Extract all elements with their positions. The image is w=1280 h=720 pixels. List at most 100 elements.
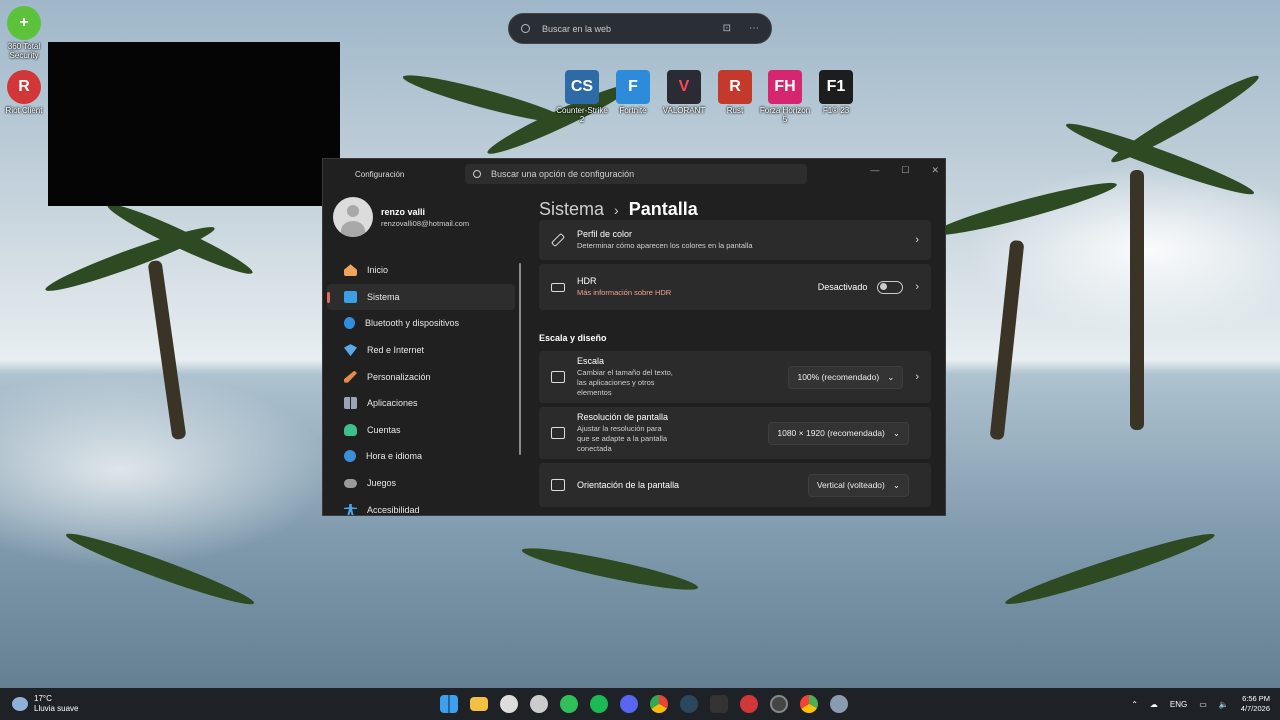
settings-window: Configuración Buscar una opción de confi… <box>322 158 946 516</box>
file-explorer-icon[interactable] <box>470 697 488 711</box>
accessibility-icon <box>344 503 357 515</box>
sidebar-item-label: Aplicaciones <box>367 398 418 409</box>
gear-app-icon[interactable] <box>500 695 518 713</box>
sidebar-item-bluetooth[interactable]: Bluetooth y dispositivos <box>327 310 515 337</box>
settings-taskbar-icon[interactable] <box>830 695 848 713</box>
sidebar-item-label: Cuentas <box>367 424 401 435</box>
hdr-card[interactable]: HDR Más información sobre HDR Desactivad… <box>539 264 931 310</box>
network-icon <box>344 344 357 357</box>
system-tray: ⌃ ☁ ENG ▭ 🔈 6:56 PM 4/7/2026 <box>1131 694 1270 714</box>
close-button[interactable]: ✕ <box>931 165 939 176</box>
whatsapp-icon[interactable] <box>560 695 578 713</box>
taskbar: 17°C Lluvia suave ⌃ ☁ ENG ▭ 🔈 6:56 PM 4/… <box>0 688 1280 720</box>
volume-icon[interactable]: 🔈 <box>1219 700 1229 709</box>
resolution-dropdown[interactable]: 1080 × 1920 (recomendada) ⌄ <box>768 421 910 445</box>
desktop-icon-fortnite[interactable]: F Fortnite <box>605 70 661 115</box>
sidebar-item-red[interactable]: Red e Internet <box>327 337 515 364</box>
user-profile[interactable]: renzo valli renzovalli08@hotmail.com <box>323 189 519 245</box>
card-title: Perfil de color <box>577 229 633 239</box>
system-icon <box>344 290 357 303</box>
page-title: Pantalla <box>628 199 698 219</box>
desktop-icon-valorant[interactable]: V VALORANT <box>656 70 712 115</box>
weather-widget[interactable]: 17°C Lluvia suave <box>12 694 78 714</box>
sidebar-item-sistema[interactable]: Sistema <box>327 283 515 311</box>
windows-start-icon[interactable] <box>440 695 458 713</box>
epic-icon[interactable] <box>530 695 548 713</box>
counter-strike-icon: CS <box>565 70 599 104</box>
hdr-learn-more-link[interactable]: Más información sobre HDR <box>577 288 818 298</box>
network-tray-icon[interactable]: ▭ <box>1199 700 1207 709</box>
chevron-up-icon[interactable]: ⌃ <box>1131 700 1138 709</box>
steam-icon[interactable] <box>680 695 698 713</box>
desktop-icon-360[interactable]: + 360 Total Security <box>0 6 52 60</box>
eyedropper-icon <box>550 232 566 248</box>
video-overlay <box>48 42 340 206</box>
desktop-icon-label: Forza Horizon 5 <box>759 106 811 124</box>
minimize-button[interactable]: — <box>870 165 879 176</box>
gamepad-icon <box>344 478 357 488</box>
breadcrumb-parent[interactable]: Sistema <box>539 199 604 220</box>
desktop-icon-riot[interactable]: R Riot Client <box>0 70 52 115</box>
sidebar-item-inicio[interactable]: Inicio <box>327 257 515 284</box>
epic-games-icon[interactable] <box>710 695 728 713</box>
clock[interactable]: 6:56 PM 4/7/2026 <box>1241 694 1270 714</box>
spotify-icon[interactable] <box>590 695 608 713</box>
color-profile-card[interactable]: Perfil de color Determinar cómo aparecen… <box>539 220 931 260</box>
sidebar: renzo valli renzovalli08@hotmail.com Ini… <box>323 189 519 515</box>
dropdown-value: Vertical (volteado) <box>816 480 885 490</box>
profile-name: renzo valli <box>381 206 426 217</box>
profile-email: renzovalli08@hotmail.com <box>381 218 470 228</box>
settings-search-input[interactable]: Buscar una opción de configuración <box>465 164 807 184</box>
taskbar-apps <box>440 695 848 713</box>
weather-temp: 17°C <box>34 694 52 703</box>
sidebar-item-juegos[interactable]: Juegos <box>327 470 515 497</box>
chrome-icon[interactable] <box>650 695 668 713</box>
lang-indicator[interactable]: ENG <box>1170 700 1187 709</box>
sidebar-item-label: Sistema <box>367 291 400 302</box>
scale-dropdown[interactable]: 100% (recomendado) ⌄ <box>788 365 904 389</box>
hdr-toggle[interactable] <box>877 280 904 294</box>
sidebar-item-personalizacion[interactable]: Personalización <box>327 363 515 390</box>
fortnite-icon: F <box>616 70 650 104</box>
desktop-icon-forza[interactable]: FH Forza Horizon 5 <box>757 70 813 124</box>
resolution-icon <box>551 427 565 439</box>
clock-time: 6:56 PM <box>1242 694 1270 703</box>
sidebar-item-cuentas[interactable]: Cuentas <box>327 417 515 444</box>
accounts-icon <box>344 423 357 436</box>
f1-23-icon: F1 <box>819 70 853 104</box>
chevron-right-icon: › <box>915 371 920 383</box>
discord-icon[interactable] <box>620 695 638 713</box>
breadcrumb: Sistema › Pantalla <box>539 199 931 220</box>
riot-taskbar-icon[interactable] <box>740 695 758 713</box>
desktop-icon-cs2[interactable]: CS Counter-Strike 2 <box>554 70 610 124</box>
sidebar-item-label: Personalización <box>367 371 431 382</box>
dropdown-value: 100% (recomendado) <box>797 372 880 382</box>
web-search-placeholder: Buscar en la web <box>542 23 612 34</box>
chevron-down-icon: ⌄ <box>887 371 895 382</box>
globe-icon <box>344 450 356 463</box>
desktop-icon-label: VALORANT <box>662 106 706 115</box>
riot-client-icon: R <box>7 70 41 104</box>
maximize-button[interactable]: ☐ <box>901 165 909 176</box>
more-options-icon[interactable]: ⋯ <box>749 23 759 34</box>
onedrive-icon[interactable]: ☁ <box>1150 700 1158 709</box>
sidebar-item-hora[interactable]: Hora e idioma <box>327 443 515 470</box>
scale-card[interactable]: Escala Cambiar el tamaño del texto, las … <box>539 351 931 403</box>
desktop-icon-f1[interactable]: F1 F1® 23 <box>808 70 864 115</box>
orientation-dropdown[interactable]: Vertical (volteado) ⌄ <box>807 473 909 497</box>
sidebar-item-label: Juegos <box>367 478 397 489</box>
obs-icon[interactable] <box>770 695 788 713</box>
web-search-bar[interactable]: Buscar en la web ⊡ ⋯ <box>508 13 772 44</box>
chrome-alt-icon[interactable] <box>800 695 818 713</box>
weather-icon <box>12 697 28 711</box>
bluetooth-icon <box>344 317 355 330</box>
hdr-status: Desactivado <box>817 282 868 292</box>
visual-search-icon[interactable]: ⊡ <box>723 23 731 34</box>
sidebar-item-accesibilidad[interactable]: Accesibilidad <box>327 496 515 515</box>
resolution-card: Resolución de pantalla Ajustar la resolu… <box>539 407 931 459</box>
sidebar-item-aplicaciones[interactable]: Aplicaciones <box>327 390 515 417</box>
desktop-icon-label: Rust <box>726 106 744 115</box>
sidebar-scrollbar[interactable] <box>519 263 521 455</box>
sidebar-item-label: Bluetooth y dispositivos <box>365 318 460 329</box>
desktop-icon-rust[interactable]: R Rust <box>707 70 763 115</box>
